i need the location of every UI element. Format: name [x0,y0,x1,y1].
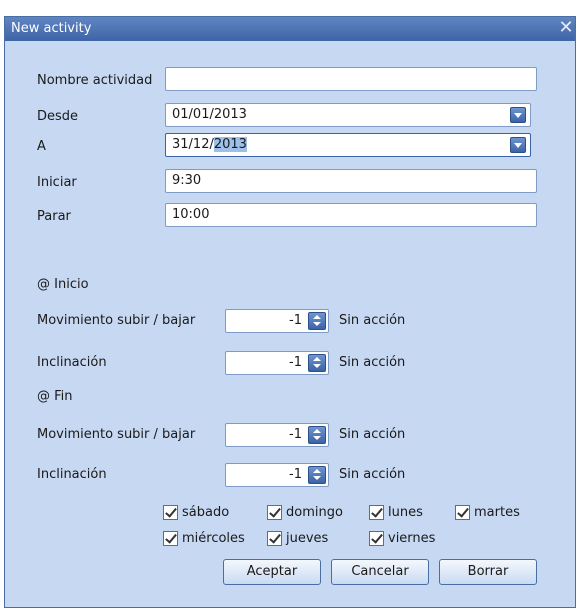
dialog-window: New activity ✕ Nombre actividad Desde 01… [4,16,576,608]
checkbox-lunes[interactable]: lunes [369,505,423,520]
inicio-inclinacion-label: Inclinación [37,355,107,370]
parar-input[interactable]: 10:00 [165,203,537,227]
checkbox-checked-icon[interactable] [163,531,178,546]
checkbox-domingo[interactable]: domingo [267,505,343,520]
checkbox-label: viernes [388,531,436,546]
checkbox-label: jueves [286,531,329,546]
checkbox-miercoles[interactable]: miércoles [163,531,245,546]
checkbox-checked-icon[interactable] [369,505,384,520]
spinner-value: -1 [289,467,302,482]
inicio-movimiento-spinner[interactable]: -1 [225,309,329,333]
spinner-value: -1 [289,313,302,328]
checkbox-checked-icon[interactable] [455,505,470,520]
inicio-header: @ Inicio [37,277,89,292]
inicio-inclinacion-status: Sin acción [339,355,406,370]
parar-label: Parar [37,209,71,224]
inicio-movimiento-status: Sin acción [339,313,406,328]
checkbox-label: sábado [182,505,230,520]
checkbox-viernes[interactable]: viernes [369,531,435,546]
a-label: A [37,139,46,154]
fin-movimiento-status: Sin acción [339,427,406,442]
iniciar-input[interactable]: 9:30 [165,169,537,193]
a-value-prefix: 31/12/ [172,137,214,152]
nombre-actividad-input[interactable] [165,67,537,91]
spinner-arrows-icon[interactable] [308,312,326,330]
spinner-arrows-icon[interactable] [308,466,326,484]
checkbox-label: martes [474,505,520,520]
nombre-actividad-label: Nombre actividad [37,73,153,88]
desde-value: 01/01/2013 [172,107,247,122]
a-value-selected: 2013 [213,137,247,152]
fin-movimiento-spinner[interactable]: -1 [225,423,329,447]
dropdown-arrow-icon[interactable] [510,137,526,153]
window-title: New activity [11,21,92,36]
inicio-inclinacion-spinner[interactable]: -1 [225,351,329,375]
inicio-movimiento-label: Movimiento subir / bajar [37,313,196,328]
checkbox-jueves[interactable]: jueves [267,531,328,546]
spinner-value: -1 [289,355,302,370]
a-date-select[interactable]: 31/12/2013 [165,133,531,157]
fin-inclinacion-label: Inclinación [37,467,107,482]
borrar-button[interactable]: Borrar [439,559,537,585]
aceptar-button[interactable]: Aceptar [223,559,321,585]
fin-inclinacion-spinner[interactable]: -1 [225,463,329,487]
fin-inclinacion-status: Sin acción [339,467,406,482]
desde-label: Desde [37,109,79,124]
checkbox-checked-icon[interactable] [267,505,282,520]
checkbox-label: miércoles [182,531,245,546]
cancelar-button[interactable]: Cancelar [331,559,429,585]
dialog-content: Nombre actividad Desde 01/01/2013 A 31/1… [13,43,567,603]
checkbox-martes[interactable]: martes [455,505,520,520]
fin-movimiento-label: Movimiento subir / bajar [37,427,196,442]
spinner-arrows-icon[interactable] [308,426,326,444]
desde-date-select[interactable]: 01/01/2013 [165,103,531,127]
iniciar-label: Iniciar [37,175,77,190]
title-bar[interactable]: New activity ✕ [5,17,575,41]
spinner-arrows-icon[interactable] [308,354,326,372]
checkbox-sabado[interactable]: sábado [163,505,229,520]
checkbox-label: domingo [286,505,343,520]
checkbox-checked-icon[interactable] [369,531,384,546]
checkbox-label: lunes [388,505,423,520]
fin-header: @ Fin [37,389,73,404]
checkbox-checked-icon[interactable] [163,505,178,520]
spinner-value: -1 [289,427,302,442]
close-icon[interactable]: ✕ [557,17,575,41]
dropdown-arrow-icon[interactable] [510,107,526,123]
checkbox-checked-icon[interactable] [267,531,282,546]
